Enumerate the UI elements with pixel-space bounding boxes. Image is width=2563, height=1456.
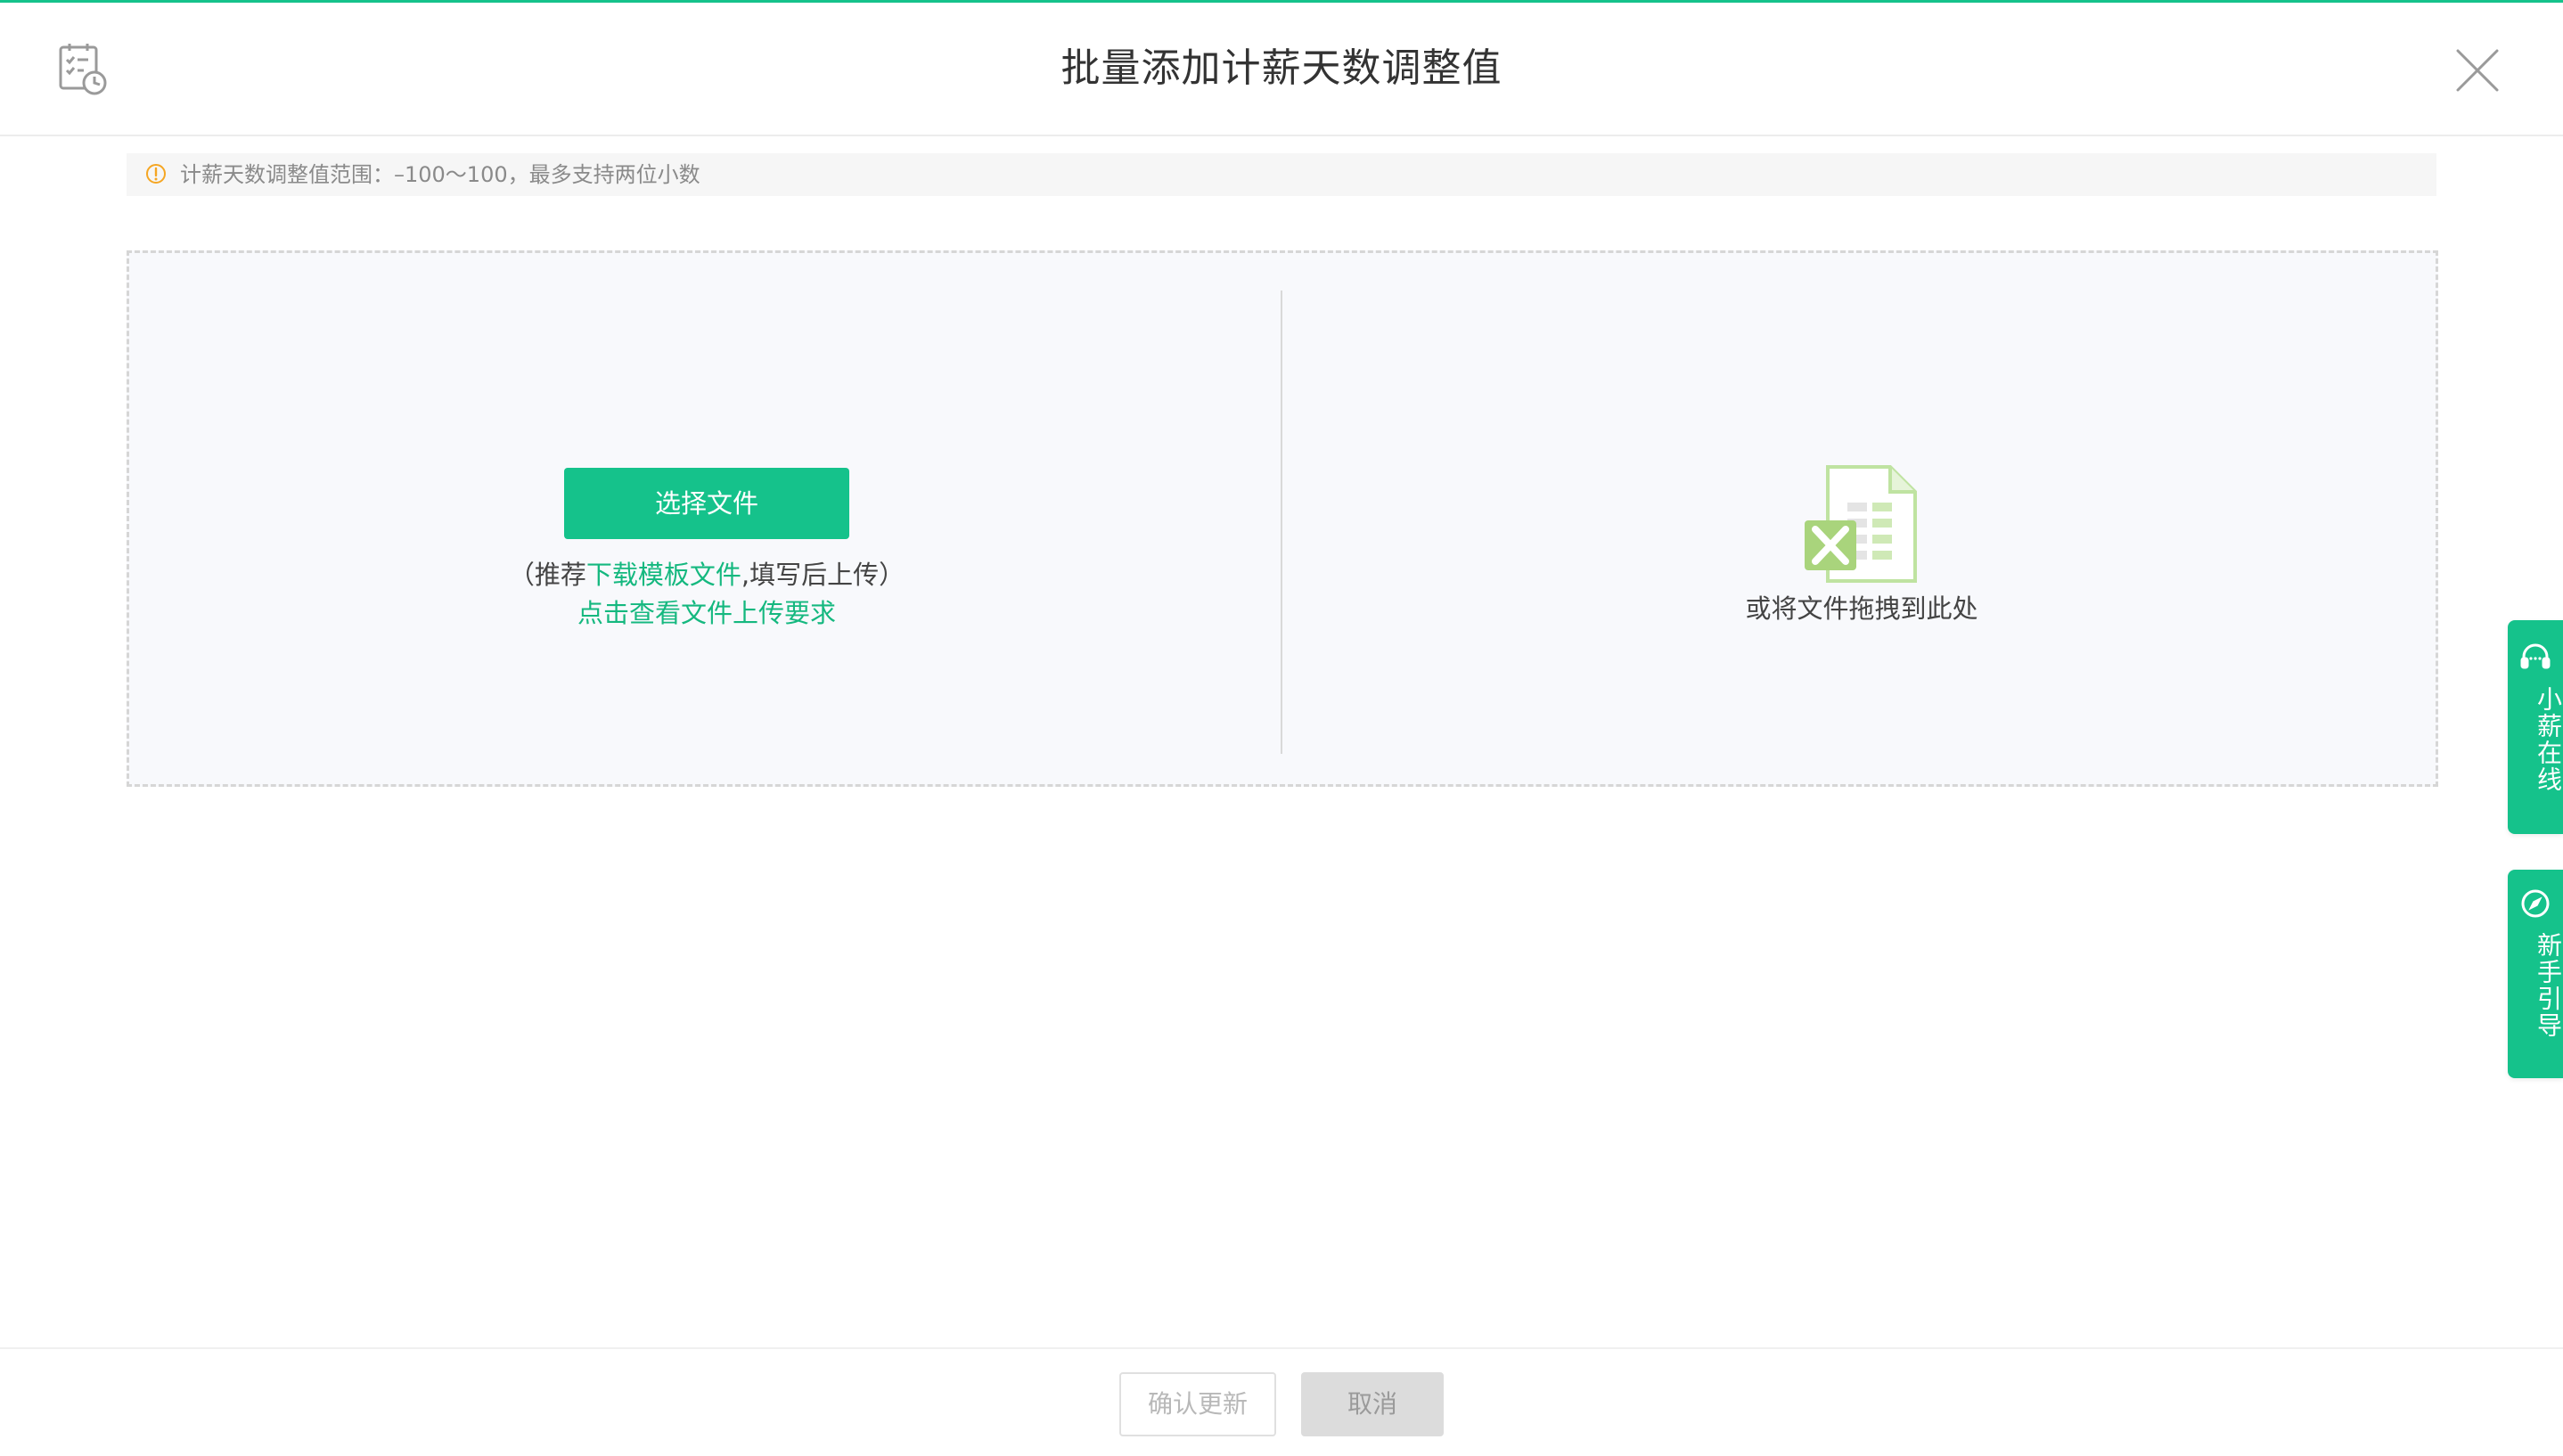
template-hint: （推荐下载模板文件,填写后上传）	[350, 556, 1063, 593]
drag-drop-text: 或将文件拖拽到此处	[1745, 593, 1978, 624]
range-notice: 计薪天数调整值范围：–100～100，最多支持两位小数	[127, 153, 2436, 196]
online-support-label: 小薪在线	[2534, 686, 2563, 793]
notice-text: 计薪天数调整值范围：–100～100，最多支持两位小数	[180, 162, 700, 187]
hint-suffix: ,填写后上传）	[741, 560, 905, 590]
headset-icon	[2519, 642, 2551, 674]
modal-title: 批量添加计薪天数调整值	[1060, 45, 1503, 91]
modal-footer: 确认更新 取消	[0, 1347, 2563, 1456]
cancel-button[interactable]: 取消	[1301, 1372, 1444, 1436]
select-file-button[interactable]: 选择文件	[564, 468, 849, 539]
compass-icon	[2519, 888, 2551, 920]
beginner-guide-tab[interactable]: 新手引导	[2508, 870, 2563, 1078]
excel-file-icon	[1801, 463, 1922, 585]
file-drop-zone[interactable]: 选择文件 （推荐下载模板文件,填写后上传） 点击查看文件上传要求 或将文件拖拽到…	[127, 250, 2438, 787]
hint-prefix: （推荐	[508, 560, 586, 590]
zone-divider	[1281, 290, 1282, 754]
confirm-update-button[interactable]: 确认更新	[1119, 1372, 1276, 1436]
upload-requirements-link[interactable]: 点击查看文件上传要求	[350, 594, 1063, 632]
modal-page: 批量添加计薪天数调整值 计薪天数调整值范围：–100～100，最多支持两位小数 …	[0, 0, 2563, 1456]
close-icon[interactable]	[2454, 47, 2501, 94]
beginner-guide-label: 新手引导	[2534, 932, 2563, 1039]
online-support-tab[interactable]: 小薪在线	[2508, 620, 2563, 834]
modal-header: 批量添加计薪天数调整值	[0, 3, 2563, 136]
warning-circle-icon	[144, 162, 168, 185]
download-template-link[interactable]: 下载模板文件	[586, 560, 741, 590]
